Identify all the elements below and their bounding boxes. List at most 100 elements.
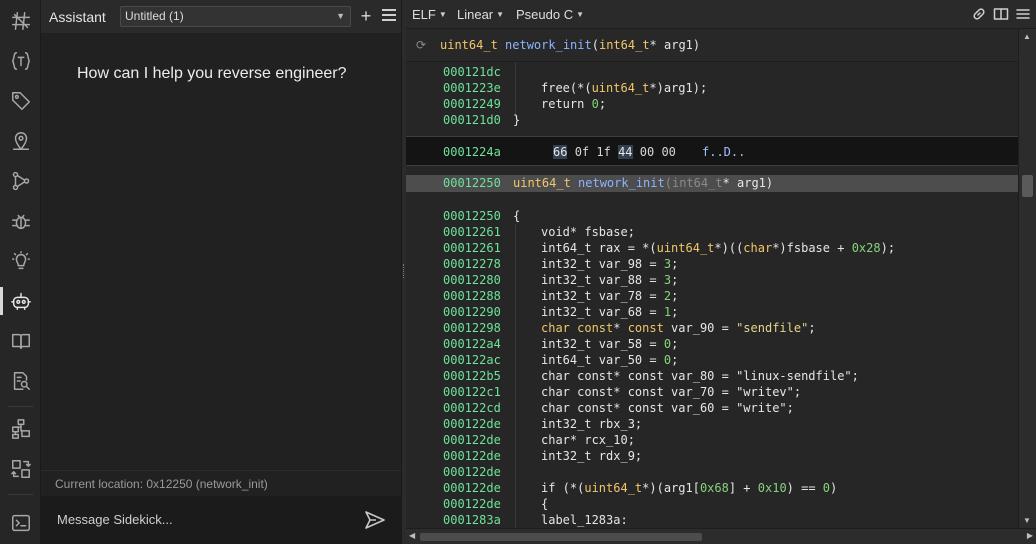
search-document-icon[interactable] xyxy=(0,363,41,399)
code-token: label_1283a: xyxy=(541,513,628,527)
line-address[interactable]: 000122a4 xyxy=(443,336,501,352)
code-line[interactable]: 00012288 int32_t var_78 = 2; xyxy=(406,288,1018,304)
graph-icon[interactable] xyxy=(0,163,41,199)
code-line[interactable]: 000122de int32_t rdx_9; xyxy=(406,448,1018,464)
code-line[interactable]: 00012290 int32_t var_68 = 1; xyxy=(406,304,1018,320)
code-token: int32_t var_98 = xyxy=(541,257,664,271)
code-line[interactable]: 00012278 int32_t var_98 = 3; xyxy=(406,256,1018,272)
code-token: ; xyxy=(671,353,679,367)
new-conversation-button[interactable]: + xyxy=(358,6,374,26)
sig-paren: ( xyxy=(591,38,599,52)
language-dropdown[interactable]: Pseudo C ▼ xyxy=(516,7,584,22)
code-line[interactable]: 000121dc xyxy=(406,64,1018,80)
code-line[interactable]: 0001223e free(*(uint64_t*)arg1); xyxy=(406,80,1018,96)
line-address[interactable]: 000121dc xyxy=(443,64,501,80)
hamburger-menu-icon[interactable] xyxy=(382,9,396,21)
line-address[interactable]: 00012298 xyxy=(443,320,501,336)
lightbulb-icon[interactable] xyxy=(0,243,41,279)
hierarchy-icon[interactable] xyxy=(0,411,41,447)
code-line[interactable]: 000122de xyxy=(406,464,1018,480)
book-icon[interactable] xyxy=(0,323,41,359)
message-input[interactable]: Message Sidekick... xyxy=(57,512,173,527)
compare-icon[interactable] xyxy=(0,451,41,487)
line-address[interactable]: 000121d0 xyxy=(443,112,501,128)
line-address[interactable]: 000122de xyxy=(443,448,501,464)
line-address[interactable]: 00012278 xyxy=(443,256,501,272)
code-token: 0 xyxy=(591,97,599,111)
menu-icon[interactable] xyxy=(1015,6,1031,22)
code-line[interactable]: 00012261 int64_t rax = *(uint64_t*)((char… xyxy=(406,240,1018,256)
logo-icon[interactable] xyxy=(0,3,41,39)
code-line[interactable]: 000122cd char const* const var_60 = "writ… xyxy=(406,400,1018,416)
assistant-robot-icon[interactable] xyxy=(0,283,41,319)
code-token: 0x28 xyxy=(851,241,881,255)
send-icon[interactable] xyxy=(363,508,387,532)
conversation-select[interactable]: Untitled (1) ▼ xyxy=(120,6,351,27)
line-address[interactable]: 000122de xyxy=(443,496,501,512)
param-rest: * arg1) xyxy=(722,176,774,190)
hex-data-row[interactable]: 0001224a 66 0f 1f 44 00 00 f..D.. xyxy=(406,136,1018,166)
line-address[interactable]: 00012261 xyxy=(443,224,501,240)
location-pin-icon[interactable] xyxy=(0,123,41,159)
code-token: return xyxy=(541,97,592,111)
refresh-icon[interactable]: ⟳ xyxy=(416,29,426,62)
code-token: 0x68 xyxy=(699,481,729,495)
code-line[interactable]: 000122de int32_t rbx_3; xyxy=(406,416,1018,432)
code-line[interactable]: 000122ac int64_t var_50 = 0; xyxy=(406,352,1018,368)
sig-return-type: uint64_t xyxy=(440,38,498,52)
code-listing[interactable]: 000121dc 0001223e free(*(uint64_t*)arg1); 0… xyxy=(406,62,1018,528)
code-line[interactable]: 00012261 void* fsbase; xyxy=(406,224,1018,240)
code-line[interactable]: 000121d0} xyxy=(406,112,1018,128)
view-type-dropdown[interactable]: ELF ▼ xyxy=(412,7,447,22)
code-line[interactable]: 000122c1 char const* const var_70 = "writ… xyxy=(406,384,1018,400)
terminal-icon[interactable] xyxy=(0,505,41,541)
line-address[interactable]: 000122de xyxy=(443,464,501,480)
line-address[interactable]: 00012261 xyxy=(443,240,501,256)
code-line[interactable]: 000122b5 char const* const var_80 = "linu… xyxy=(406,368,1018,384)
code-line[interactable]: 000122de char* rcx_10; xyxy=(406,432,1018,448)
code-line[interactable]: 000122a4 int32_t var_58 = 0; xyxy=(406,336,1018,352)
line-address[interactable]: 0001283a xyxy=(443,512,501,528)
line-address[interactable]: 00012250 xyxy=(443,208,501,224)
line-code: int32_t rdx_9; xyxy=(541,448,642,464)
line-address[interactable]: 00012290 xyxy=(443,304,501,320)
code-line[interactable]: 00012298 char const* const var_90 = "send… xyxy=(406,320,1018,336)
line-address[interactable]: 0001223e xyxy=(443,80,501,96)
function-header-row[interactable]: 00012250 uint64_t network_init(int64_t* a… xyxy=(406,175,1018,192)
function-name[interactable]: network_init xyxy=(578,176,665,190)
line-address[interactable]: 000122de xyxy=(443,432,501,448)
scroll-thumb-horizontal[interactable] xyxy=(420,533,702,541)
tags-icon[interactable] xyxy=(0,83,41,119)
line-address[interactable]: 00012249 xyxy=(443,96,501,112)
line-address[interactable]: 000122de xyxy=(443,416,501,432)
split-view-icon[interactable] xyxy=(993,6,1009,22)
horizontal-scrollbar[interactable]: ◀ ▶ xyxy=(406,528,1036,544)
hex-address[interactable]: 0001224a xyxy=(443,144,501,160)
line-address[interactable]: 000122cd xyxy=(443,400,501,416)
scroll-thumb[interactable] xyxy=(1022,175,1033,197)
types-icon[interactable] xyxy=(0,43,41,79)
vertical-scrollbar[interactable]: ▲ ▼ xyxy=(1018,29,1036,528)
decompiler-view: ELF ▼ Linear ▼ Pseudo C ▼ ⟳ uint64_t networ… xyxy=(406,0,1036,544)
debugger-bug-icon[interactable] xyxy=(0,203,41,239)
code-token: "sendfile" xyxy=(736,321,809,335)
line-address[interactable]: 00012280 xyxy=(443,272,501,288)
code-line[interactable]: 00012280 int32_t var_88 = 3; xyxy=(406,272,1018,288)
sig-function-name[interactable]: network_init xyxy=(505,38,592,52)
function-address[interactable]: 00012250 xyxy=(443,175,501,192)
code-token: 0 xyxy=(663,337,672,351)
code-line[interactable]: 0001283a label_1283a: xyxy=(406,512,1018,528)
code-line[interactable]: 00012250 { xyxy=(406,208,1018,224)
line-address[interactable]: 000122de xyxy=(443,480,501,496)
code-line[interactable]: 000122de if (*(uint64_t*)(arg1[0x68] + 0x… xyxy=(406,480,1018,496)
line-address[interactable]: 000122c1 xyxy=(443,384,501,400)
code-token: 0x10 xyxy=(757,481,787,495)
code-line[interactable]: 00012249 return 0; xyxy=(406,96,1018,112)
link-icon[interactable] xyxy=(971,6,987,22)
line-address[interactable]: 000122b5 xyxy=(443,368,501,384)
line-address[interactable]: 000122ac xyxy=(443,352,501,368)
line-address[interactable]: 00012288 xyxy=(443,288,501,304)
line-code: if (*(uint64_t*)(arg1[0x68] + 0x10) == 0… xyxy=(541,480,837,496)
code-line[interactable]: 000122de { xyxy=(406,496,1018,512)
layout-dropdown[interactable]: Linear ▼ xyxy=(457,7,504,22)
